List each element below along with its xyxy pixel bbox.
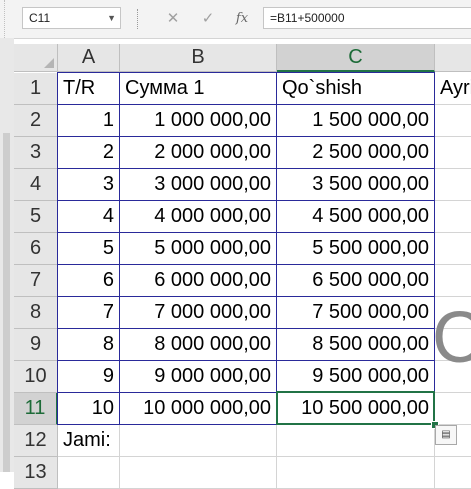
cell-d1[interactable]: Ayri [435,73,471,105]
cell-b13[interactable] [120,457,277,489]
cell-b7[interactable]: 6 000 000,00 [120,265,277,297]
cell-c3[interactable]: 2 500 000,00 [277,137,435,169]
cell-c8[interactable]: 7 500 000,00 [277,297,435,329]
cell-d3[interactable] [435,137,471,169]
cell-b4[interactable]: 3 000 000,00 [120,169,277,201]
selected-cell-outline [276,391,435,425]
name-box[interactable]: C11 ▼ [22,7,121,29]
cell-a8[interactable]: 7 [57,297,120,329]
formula-bar-separator [137,9,140,29]
row-header-3[interactable]: 3 [14,137,58,169]
cell-b3[interactable]: 2 000 000,00 [120,137,277,169]
select-all-triangle-icon [44,58,54,68]
cell-d5[interactable] [435,201,471,233]
cell-c7[interactable]: 6 500 000,00 [277,265,435,297]
chevron-down-icon[interactable]: ▼ [107,8,116,28]
cell-a2[interactable]: 1 [57,105,120,137]
cell-c6[interactable]: 5 500 000,00 [277,233,435,265]
cell-c10[interactable]: 9 500 000,00 [277,361,435,393]
formula-bar: C11 ▼ ✕ ✓ fx =B11+500000 [0,0,471,39]
cell-a13[interactable] [58,457,120,489]
cell-c9[interactable]: 8 500 000,00 [277,329,435,361]
cell-a9[interactable]: 8 [57,329,120,361]
cell-d4[interactable] [435,169,471,201]
column-header-b[interactable]: B [120,44,277,72]
row-header-2[interactable]: 2 [14,105,58,137]
cell-a12[interactable]: Jami: [58,425,120,457]
select-all-corner[interactable] [14,44,58,72]
cell-c1[interactable]: Qo`shish [277,72,435,105]
cell-b2[interactable]: 1 000 000,00 [120,105,277,137]
row-header-4[interactable]: 4 [14,169,58,201]
cell-b10[interactable]: 9 000 000,00 [120,361,277,393]
row-header-8[interactable]: 8 [14,297,58,329]
quick-analysis-icon[interactable]: ▤ [435,425,457,445]
cell-a1[interactable]: T/R [57,72,120,105]
cell-b6[interactable]: 5 000 000,00 [120,233,277,265]
column-header-c[interactable]: C [277,44,435,72]
cell-d6[interactable] [435,233,471,265]
cell-b12[interactable] [120,425,277,457]
formula-input[interactable]: =B11+500000 [263,7,471,29]
row-header-13[interactable]: 13 [14,457,58,489]
cell-b11[interactable]: 10 000 000,00 [120,393,277,425]
cell-b8[interactable]: 7 000 000,00 [120,297,277,329]
cell-c4[interactable]: 3 500 000,00 [277,169,435,201]
enter-icon[interactable]: ✓ [197,8,219,30]
cell-c12[interactable] [277,425,435,457]
row-header-6[interactable]: 6 [14,233,58,265]
row-header-12[interactable]: 12 [14,425,58,457]
rail-thumb[interactable] [3,133,10,472]
column-header-d[interactable] [435,44,471,72]
name-box-value: C11 [29,11,51,25]
cell-d13[interactable] [435,457,471,489]
cell-c5[interactable]: 4 500 000,00 [277,201,435,233]
row-header-5[interactable]: 5 [14,201,58,233]
cell-b5[interactable]: 4 000 000,00 [120,201,277,233]
row-header-11[interactable]: 11 [14,393,58,425]
cell-b9[interactable]: 8 000 000,00 [120,329,277,361]
left-scroll-rail [0,38,14,472]
grip [4,0,8,38]
cell-b1[interactable]: Сумма 1 [120,72,277,105]
cell-c13[interactable] [277,457,435,489]
cell-a5[interactable]: 4 [57,201,120,233]
insert-function-icon[interactable]: fx [231,8,253,30]
cell-a4[interactable]: 3 [57,169,120,201]
cell-a10[interactable]: 9 [57,361,120,393]
cell-d7[interactable] [435,265,471,297]
row-header-9[interactable]: 9 [14,329,58,361]
cell-d11[interactable] [435,393,471,425]
cancel-icon[interactable]: ✕ [162,8,184,30]
row-header-7[interactable]: 7 [14,265,58,297]
cell-a3[interactable]: 2 [57,137,120,169]
column-header-a[interactable]: A [58,44,120,72]
cell-a11[interactable]: 10 [57,393,120,425]
overlay-glyph: C [432,298,471,378]
cell-a6[interactable]: 5 [57,233,120,265]
cell-a7[interactable]: 6 [57,265,120,297]
row-header-10[interactable]: 10 [14,361,58,393]
cell-c2[interactable]: 1 500 000,00 [277,105,435,137]
cell-d2[interactable] [435,105,471,137]
row-header-1[interactable]: 1 [14,73,58,105]
